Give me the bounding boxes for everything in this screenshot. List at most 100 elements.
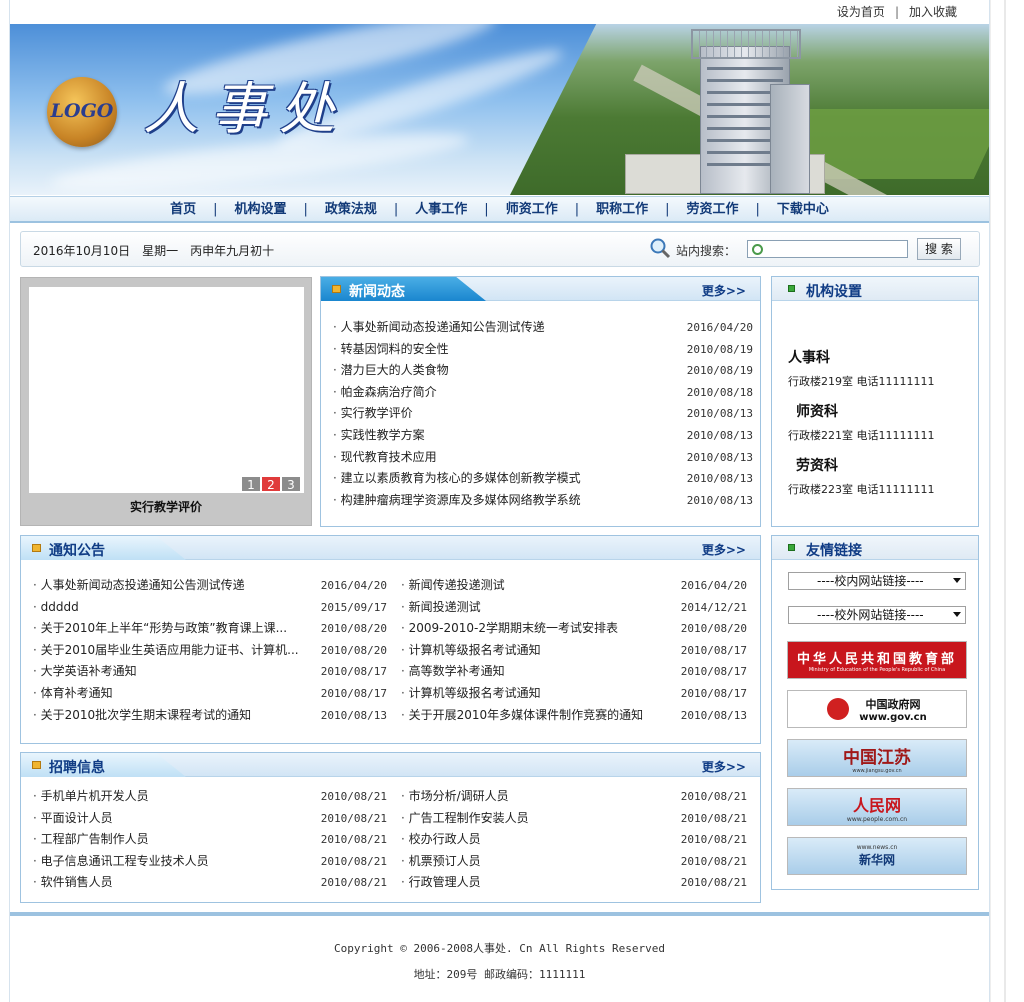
notice-list-right: 新闻传递投递测试 2016/04/20 新闻投递测试 2014/12/21 2009-2… — [401, 575, 747, 726]
notice-item[interactable]: 新闻投递测试 2014/12/21 — [401, 597, 747, 619]
set-homepage-link[interactable]: 设为首页 — [837, 5, 885, 19]
notice-item-title[interactable]: 关于开展2010年多媒体课件制作竞赛的通知 — [401, 705, 644, 727]
notice-item-title[interactable]: 人事处新闻动态投递通知公告测试传递 — [33, 575, 245, 597]
news-item-title[interactable]: 实践性教学方案 — [333, 425, 425, 447]
news-item[interactable]: 帕金森病治疗简介 2010/08/18 — [333, 382, 753, 404]
search-button[interactable]: 搜 索 — [917, 238, 961, 260]
notice-more-link[interactable]: 更多>> — [702, 541, 746, 558]
notice-item-title[interactable]: 关于2010批次学生期末课程考试的通知 — [33, 705, 252, 727]
notice-item-title[interactable]: ddddd — [33, 597, 79, 619]
news-item-title[interactable]: 帕金森病治疗简介 — [333, 382, 437, 404]
inner-links-select[interactable]: ----校内网站链接---- — [788, 572, 966, 590]
job-item-title[interactable]: 校办行政人员 — [401, 829, 481, 851]
news-item-title[interactable]: 建立以素质教育为核心的多媒体创新教学模式 — [333, 468, 581, 490]
xinhua-link-logo[interactable]: www.news.cn 新华网 — [787, 837, 967, 875]
notice-item-title[interactable]: 计算机等级报名考试通知 — [401, 683, 541, 705]
job-item-date: 2010/08/21 — [680, 876, 747, 890]
news-item-title[interactable]: 构建肿瘤病理学资源库及多媒体网络教学系统 — [333, 490, 581, 512]
notice-item[interactable]: 计算机等级报名考试通知 2010/08/17 — [401, 683, 747, 705]
slide-image[interactable] — [29, 287, 304, 493]
nav-separator: | — [213, 202, 218, 217]
news-item[interactable]: 实践性教学方案 2010/08/13 — [333, 425, 753, 447]
jiangsu-link-logo[interactable]: 中国江苏 www.jiangsu.gov.cn — [787, 739, 967, 777]
notice-item[interactable]: 高等数学补考通知 2010/08/17 — [401, 661, 747, 683]
notice-item[interactable]: 关于开展2010年多媒体课件制作竞赛的通知 2010/08/13 — [401, 705, 747, 727]
job-item-title[interactable]: 软件销售人员 — [33, 872, 113, 894]
nav-item-policy[interactable]: 政策法规 — [325, 202, 377, 217]
job-item[interactable]: 广告工程制作安装人员 2010/08/21 — [401, 808, 747, 830]
notice-item[interactable]: 2009-2010-2学期期末统一考试安排表 2010/08/20 — [401, 618, 747, 640]
job-item[interactable]: 软件销售人员 2010/08/21 — [33, 872, 387, 894]
moe-link-logo[interactable]: 中华人民共和国教育部 Ministry of Education of the P… — [787, 641, 967, 679]
job-item-title[interactable]: 手机单片机开发人员 — [33, 786, 149, 808]
nav-item-faculty[interactable]: 师资工作 — [506, 202, 558, 217]
nav-item-downloads[interactable]: 下载中心 — [777, 202, 829, 217]
notice-item[interactable]: ddddd 2015/09/17 — [33, 597, 387, 619]
notice-item[interactable]: 关于2010届毕业生英语应用能力证书、计算机... 2010/08/20 — [33, 640, 387, 662]
nav-item-titles[interactable]: 职称工作 — [596, 202, 648, 217]
notice-item-title[interactable]: 计算机等级报名考试通知 — [401, 640, 541, 662]
news-item[interactable]: 现代教育技术应用 2010/08/13 — [333, 447, 753, 469]
job-item-title[interactable]: 平面设计人员 — [33, 808, 113, 830]
news-item[interactable]: 人事处新闻动态投递通知公告测试传递 2016/04/20 — [333, 317, 753, 339]
slide-number-1[interactable]: 1 — [241, 476, 261, 492]
news-more-link[interactable]: 更多>> — [702, 282, 746, 299]
notice-item[interactable]: 新闻传递投递测试 2016/04/20 — [401, 575, 747, 597]
news-item[interactable]: 建立以素质教育为核心的多媒体创新教学模式 2010/08/13 — [333, 468, 753, 490]
jobs-more-link[interactable]: 更多>> — [702, 758, 746, 775]
notice-item[interactable]: 人事处新闻动态投递通知公告测试传递 2016/04/20 — [33, 575, 387, 597]
nav-item-labor[interactable]: 劳资工作 — [687, 202, 739, 217]
notice-item-title[interactable]: 高等数学补考通知 — [401, 661, 505, 683]
notice-item-title[interactable]: 体育补考通知 — [33, 683, 113, 705]
notice-item[interactable]: 体育补考通知 2010/08/17 — [33, 683, 387, 705]
gov-link-logo[interactable]: 中国政府网 www.gov.cn — [787, 690, 967, 728]
notice-item[interactable]: 关于2010年上半年“形势与政策”教育课上课... 2010/08/20 — [33, 618, 387, 640]
notice-item-title[interactable]: 新闻传递投递测试 — [401, 575, 505, 597]
job-item-title[interactable]: 市场分析/调研人员 — [401, 786, 509, 808]
job-item[interactable]: 电子信息通讯工程专业技术人员 2010/08/21 — [33, 851, 387, 873]
notice-item-title[interactable]: 新闻投递测试 — [401, 597, 481, 619]
notice-item[interactable]: 大学英语补考通知 2010/08/17 — [33, 661, 387, 683]
job-item[interactable]: 平面设计人员 2010/08/21 — [33, 808, 387, 830]
job-item[interactable]: 校办行政人员 2010/08/21 — [401, 829, 747, 851]
nav-item-home[interactable]: 首页 — [170, 202, 196, 217]
nav-item-org[interactable]: 机构设置 — [234, 202, 286, 217]
slide-number-3[interactable]: 3 — [281, 476, 301, 492]
news-item[interactable]: 潜力巨大的人类食物 2010/08/19 — [333, 360, 753, 382]
job-item-title[interactable]: 机票预订人员 — [401, 851, 481, 873]
slide-number-2[interactable]: 2 — [261, 476, 281, 492]
job-item-title[interactable]: 电子信息通讯工程专业技术人员 — [33, 851, 209, 873]
job-item[interactable]: 手机单片机开发人员 2010/08/21 — [33, 786, 387, 808]
nav-item-hr-work[interactable]: 人事工作 — [415, 202, 467, 217]
outer-links-select[interactable]: ----校外网站链接---- — [788, 606, 966, 624]
scrollbar-track[interactable] — [1004, 0, 1006, 1002]
notice-item-title[interactable]: 2009-2010-2学期期末统一考试安排表 — [401, 618, 618, 640]
news-item-title[interactable]: 现代教育技术应用 — [333, 447, 437, 469]
notice-item-title[interactable]: 大学英语补考通知 — [33, 661, 137, 683]
news-item-title[interactable]: 人事处新闻动态投递通知公告测试传递 — [333, 317, 545, 339]
job-item[interactable]: 工程部广告制作人员 2010/08/21 — [33, 829, 387, 851]
news-item-title[interactable]: 潜力巨大的人类食物 — [333, 360, 449, 382]
people-link-logo[interactable]: 人民网 www.people.com.cn — [787, 788, 967, 826]
news-item[interactable]: 实行教学评价 2010/08/13 — [333, 403, 753, 425]
news-item-date: 2010/08/19 — [686, 342, 753, 356]
notice-item[interactable]: 计算机等级报名考试通知 2010/08/17 — [401, 640, 747, 662]
job-item-title[interactable]: 广告工程制作安装人员 — [401, 808, 529, 830]
job-item[interactable]: 行政管理人员 2010/08/21 — [401, 872, 747, 894]
news-item[interactable]: 构建肿瘤病理学资源库及多媒体网络教学系统 2010/08/13 — [333, 490, 753, 512]
search-input[interactable] — [747, 240, 908, 258]
job-item-title[interactable]: 行政管理人员 — [401, 872, 481, 894]
job-item-title[interactable]: 工程部广告制作人员 — [33, 829, 149, 851]
notice-item-title[interactable]: 关于2010届毕业生英语应用能力证书、计算机... — [33, 640, 299, 662]
logo[interactable]: LOGO — [47, 77, 117, 147]
slide-caption[interactable]: 实行教学评价 — [21, 498, 311, 515]
notice-item-title[interactable]: 关于2010年上半年“形势与政策”教育课上课... — [33, 618, 287, 640]
news-item[interactable]: 转基因饲料的安全性 2010/08/19 — [333, 339, 753, 361]
section-bullet-icon — [788, 285, 795, 292]
news-item-title[interactable]: 实行教学评价 — [333, 403, 413, 425]
job-item[interactable]: 机票预订人员 2010/08/21 — [401, 851, 747, 873]
news-item-title[interactable]: 转基因饲料的安全性 — [333, 339, 449, 361]
add-favorite-link[interactable]: 加入收藏 — [909, 5, 957, 19]
job-item[interactable]: 市场分析/调研人员 2010/08/21 — [401, 786, 747, 808]
notice-item[interactable]: 关于2010批次学生期末课程考试的通知 2010/08/13 — [33, 705, 387, 727]
